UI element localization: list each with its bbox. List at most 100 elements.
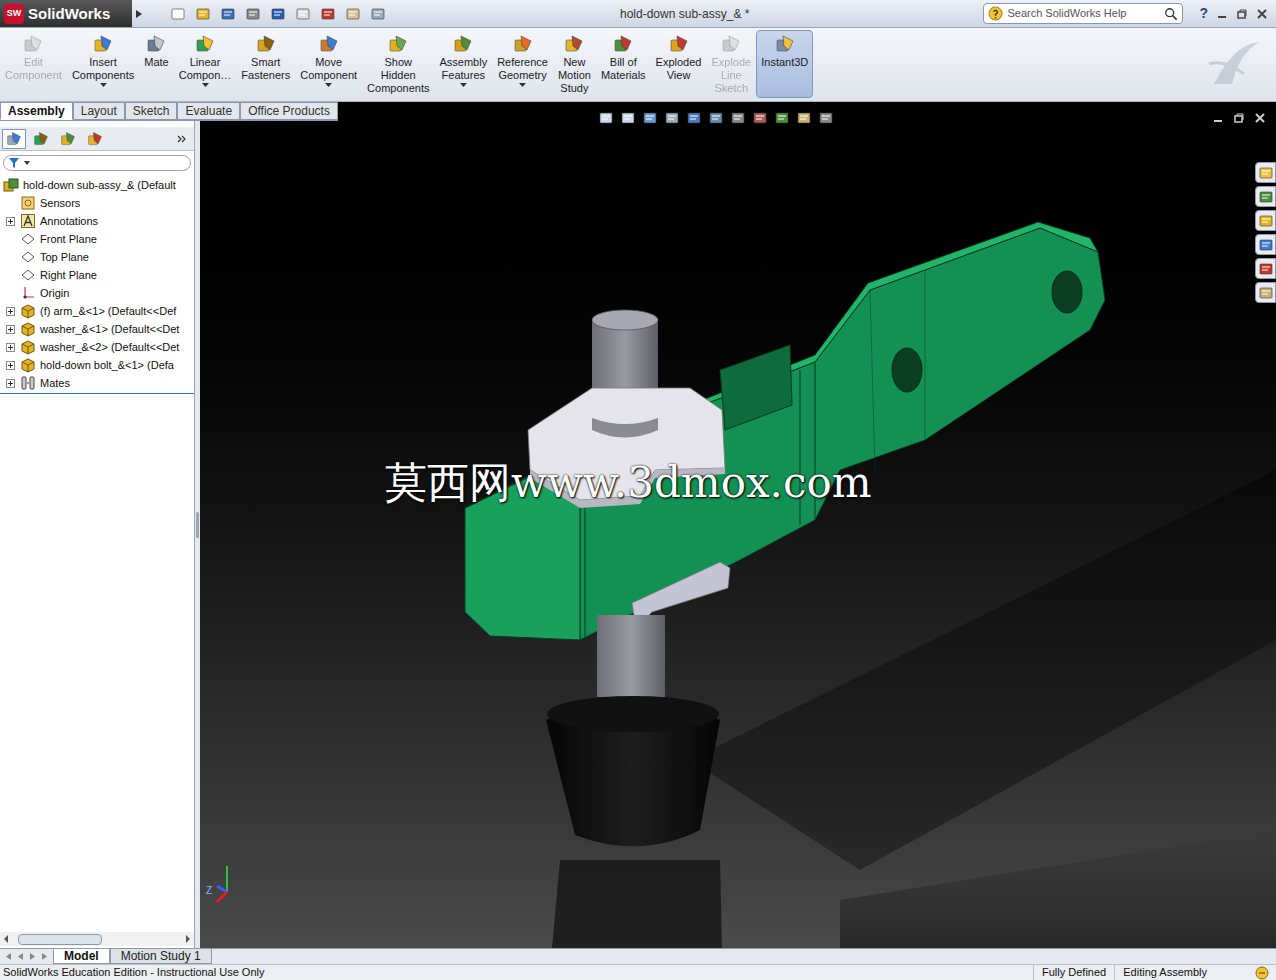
ribbon-button[interactable]: AssemblyFeatures <box>434 30 492 98</box>
quick-access-icon[interactable] <box>170 6 186 22</box>
quick-access-icon[interactable] <box>270 6 286 22</box>
ribbon-button[interactable]: ReferenceGeometry <box>492 30 553 98</box>
panel-tab[interactable] <box>83 129 107 149</box>
ribbon-button[interactable]: Mate <box>139 30 173 98</box>
command-tab[interactable]: Sketch <box>125 102 178 120</box>
view-tool-icon[interactable] <box>620 110 636 126</box>
tree-item[interactable]: Top Plane <box>0 248 194 266</box>
task-pane-tab[interactable] <box>1255 210 1276 231</box>
tab-nav-icon[interactable] <box>40 952 49 961</box>
minimize-icon[interactable] <box>1216 8 1228 20</box>
ribbon-button[interactable]: NewMotionStudy <box>553 30 596 98</box>
task-pane-icon[interactable] <box>1258 189 1274 205</box>
dropdown-arrow-icon[interactable] <box>460 83 467 88</box>
command-tab[interactable]: Evaluate <box>177 102 240 120</box>
task-pane-tab[interactable] <box>1255 234 1276 255</box>
app-logo[interactable]: SWSolidWorks <box>0 0 132 27</box>
search-field[interactable]: Search SolidWorks Help <box>983 3 1183 24</box>
ribbon-button[interactable]: Instant3D <box>756 30 813 98</box>
tree-item[interactable]: hold-down bolt_&<1> (Defa <box>0 356 194 374</box>
command-tab[interactable]: Layout <box>73 102 125 120</box>
tab-nav-icon[interactable] <box>16 952 25 961</box>
bottom-tab[interactable]: Model <box>53 949 110 964</box>
status-icon[interactable] <box>1255 966 1269 980</box>
panel-tab[interactable] <box>29 129 53 149</box>
task-pane-icon[interactable] <box>1258 213 1274 229</box>
collapse-panel-icon[interactable] <box>176 133 188 145</box>
ribbon-button[interactable]: InsertComponents <box>67 30 139 98</box>
close-icon[interactable] <box>1256 8 1268 20</box>
task-pane-icon[interactable] <box>1258 165 1274 181</box>
quick-access-icon[interactable] <box>195 6 211 22</box>
tree-item[interactable]: Right Plane <box>0 266 194 284</box>
view-tool-icon[interactable] <box>708 110 724 126</box>
view-tool-icon[interactable] <box>642 110 658 126</box>
view-tool-icon[interactable] <box>818 110 834 126</box>
panel-tab[interactable] <box>2 129 26 149</box>
quick-access-icon[interactable] <box>220 6 236 22</box>
filter-field[interactable] <box>3 155 191 171</box>
task-pane-icon[interactable] <box>1258 261 1274 277</box>
view-tool-icon[interactable] <box>686 110 702 126</box>
tree-item[interactable]: washer_&<2> (Default<<Det <box>0 338 194 356</box>
ribbon-button[interactable]: Bill ofMaterials <box>596 30 651 98</box>
view-tool-icon[interactable] <box>774 110 790 126</box>
menu-arrow-icon[interactable] <box>134 8 144 20</box>
quick-access-icon[interactable] <box>370 6 386 22</box>
task-pane-tab[interactable] <box>1255 186 1276 207</box>
view-tool-icon[interactable] <box>730 110 746 126</box>
dropdown-arrow-icon[interactable] <box>519 83 526 88</box>
tree-item[interactable]: Annotations <box>0 212 194 230</box>
ribbon-button[interactable]: SmartFasteners <box>236 30 295 98</box>
tree-item[interactable]: Origin <box>0 284 194 302</box>
tree-item[interactable]: Mates <box>0 374 194 392</box>
restore-icon[interactable] <box>1236 8 1248 20</box>
view-tool-icon[interactable] <box>598 110 614 126</box>
task-pane-tab[interactable] <box>1255 162 1276 183</box>
scroll-right-icon[interactable] <box>184 935 192 943</box>
ribbon-button[interactable]: LinearCompon… <box>174 30 237 98</box>
tree-item[interactable]: washer_&<1> (Default<<Det <box>0 320 194 338</box>
expand-toggle-icon[interactable] <box>6 379 15 388</box>
scroll-left-icon[interactable] <box>2 935 10 943</box>
tree-item[interactable]: hold-down sub-assy_& (Default <box>0 176 194 194</box>
expand-toggle-icon[interactable] <box>6 361 15 370</box>
task-pane-tab[interactable] <box>1255 282 1276 303</box>
quick-access-icon[interactable] <box>320 6 336 22</box>
view-tool-icon[interactable] <box>752 110 768 126</box>
dropdown-arrow-icon[interactable] <box>100 83 107 88</box>
bottom-tab[interactable]: Motion Study 1 <box>110 949 212 964</box>
expand-toggle-icon[interactable] <box>6 307 15 316</box>
task-pane-icon[interactable] <box>1258 285 1274 301</box>
ribbon-button[interactable]: EditComponent <box>0 30 67 98</box>
quick-access-icon[interactable] <box>295 6 311 22</box>
viewport-minimize-icon[interactable] <box>1212 112 1224 124</box>
ribbon-button[interactable]: ExplodeLineSketch <box>706 30 756 98</box>
dropdown-arrow-icon[interactable] <box>202 83 209 88</box>
view-tool-icon[interactable] <box>796 110 812 126</box>
viewport-close-icon[interactable] <box>1254 112 1266 124</box>
expand-toggle-icon[interactable] <box>6 325 15 334</box>
help-button[interactable]: ? <box>1199 3 1208 24</box>
ribbon-button[interactable]: ShowHiddenComponents <box>362 30 434 98</box>
tree-item[interactable]: Front Plane <box>0 230 194 248</box>
tree-item[interactable]: (f) arm_&<1> (Default<<Def <box>0 302 194 320</box>
tree-item[interactable]: Sensors <box>0 194 194 212</box>
expand-toggle-icon[interactable] <box>6 217 15 226</box>
graphics-viewport[interactable]: 莫西网www.3dmox.comZ <box>200 102 1276 948</box>
scroll-thumb[interactable] <box>18 934 102 945</box>
task-pane-tab[interactable] <box>1255 258 1276 279</box>
quick-access-icon[interactable] <box>245 6 261 22</box>
tab-nav-icon[interactable] <box>28 952 37 961</box>
expand-toggle-icon[interactable] <box>6 343 15 352</box>
tab-nav-icon[interactable] <box>4 952 13 961</box>
task-pane-icon[interactable] <box>1258 237 1274 253</box>
dropdown-arrow-icon[interactable] <box>325 83 332 88</box>
ribbon-button[interactable]: MoveComponent <box>295 30 362 98</box>
command-tab[interactable]: Office Products <box>240 102 338 120</box>
viewport-restore-icon[interactable] <box>1233 112 1245 124</box>
ribbon-button[interactable]: ExplodedView <box>651 30 707 98</box>
model-3d[interactable] <box>200 102 1276 948</box>
quick-access-icon[interactable] <box>345 6 361 22</box>
magnifier-icon[interactable] <box>1164 7 1178 21</box>
